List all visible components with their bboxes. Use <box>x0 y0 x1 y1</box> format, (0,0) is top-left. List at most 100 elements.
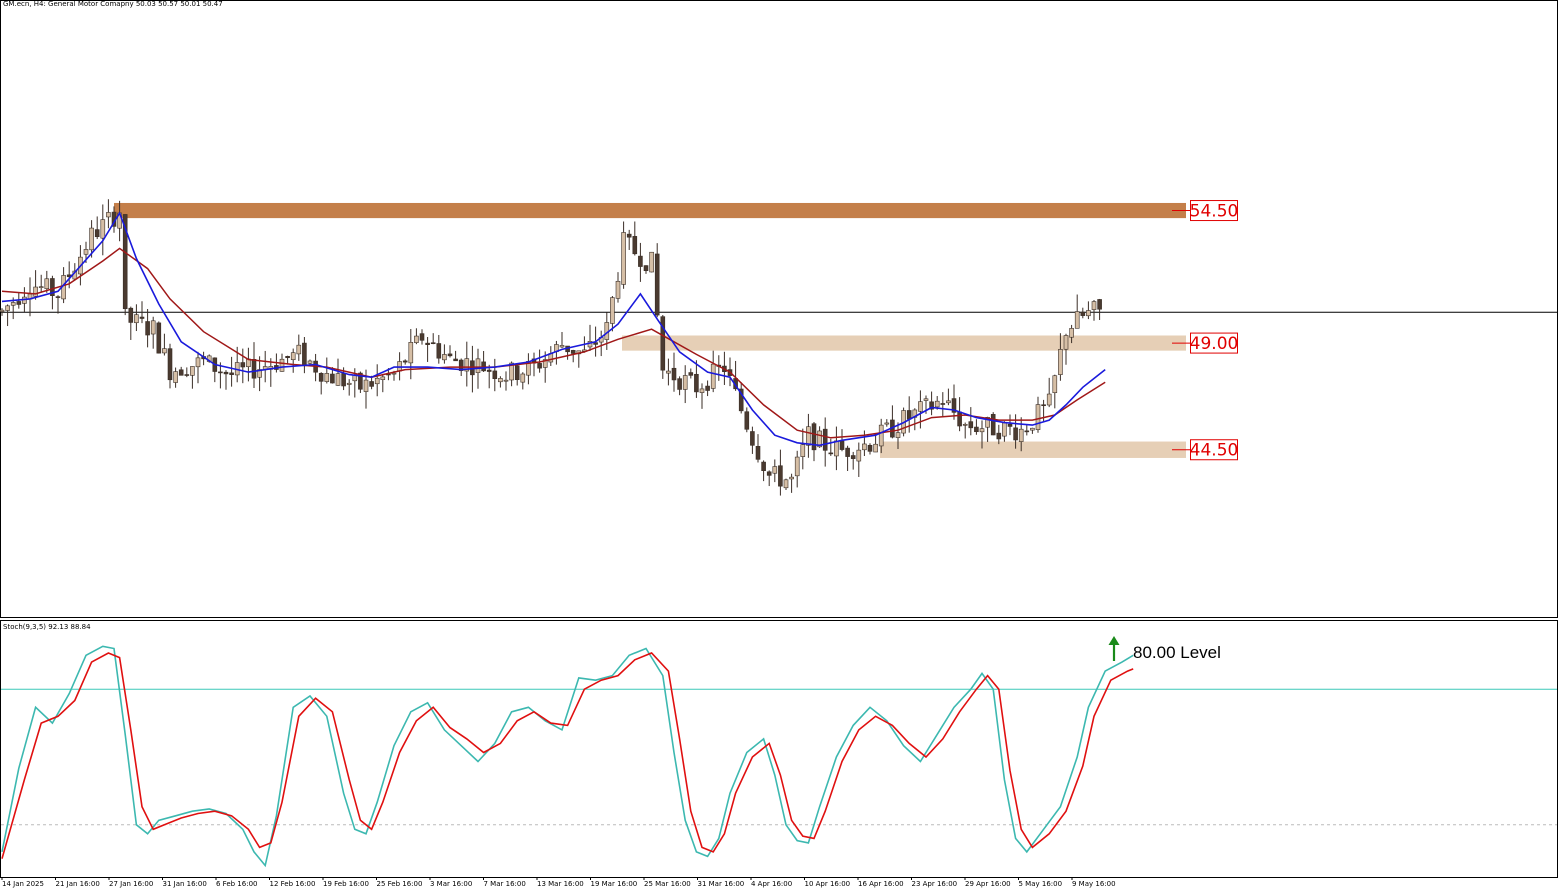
candle-body <box>1069 328 1074 338</box>
candle-body <box>839 440 845 450</box>
candle-body <box>755 446 761 460</box>
candle-body <box>341 373 346 387</box>
candle-body <box>957 411 962 427</box>
x-tick-label: 10 Apr 16:00 <box>805 880 851 888</box>
candle-body <box>285 356 290 359</box>
candle-body <box>688 372 694 376</box>
candle-body <box>884 422 890 425</box>
candle-body <box>968 421 974 429</box>
candle-body <box>134 314 139 324</box>
candle-body <box>1035 404 1041 430</box>
candle-body <box>621 232 626 285</box>
candle-body <box>1086 310 1091 317</box>
x-tick-label: 6 Feb 16:00 <box>216 880 257 888</box>
zone-labels: 54.50 49.00 44.50 <box>1172 200 1239 461</box>
candle-body <box>1002 422 1007 437</box>
candle-body <box>772 466 778 474</box>
candle-body <box>1024 430 1030 433</box>
candle-body <box>89 227 94 251</box>
candle-body <box>442 354 447 361</box>
candle-body <box>638 255 643 267</box>
candle-body <box>1097 299 1102 310</box>
candle-body <box>514 365 520 381</box>
candle-body <box>156 322 162 354</box>
candle-body <box>778 465 783 487</box>
x-tick-label: 31 Mar 16:00 <box>698 880 745 888</box>
candle-body <box>1063 335 1069 350</box>
candle-body <box>492 370 498 380</box>
stoch-header-title: Stoch(9,3,5) 92.13 88.84 <box>3 623 91 631</box>
up-arrow-icon <box>1108 636 1120 661</box>
chart-header-title: GM.ecn, H4: General Motor Comapny 50.03 … <box>3 0 223 8</box>
candle-body <box>537 363 542 369</box>
candle-body <box>430 342 436 344</box>
candle-body <box>643 265 649 272</box>
candle-body <box>862 443 867 451</box>
candle-body <box>895 432 901 438</box>
candle-body <box>811 423 817 451</box>
candle-body <box>649 251 654 273</box>
candle-body <box>436 343 442 359</box>
candle-body <box>671 367 677 381</box>
candle-body <box>559 345 565 348</box>
level-annotation: 80.00 Level <box>1133 643 1221 662</box>
candle-body <box>391 372 397 375</box>
candle-body <box>1074 311 1080 329</box>
candle-body <box>677 378 682 390</box>
candle-body <box>906 410 912 420</box>
ma-fast-line <box>1 211 1106 447</box>
candle-body <box>290 352 296 361</box>
candle-body <box>498 378 503 383</box>
candle-body <box>1046 393 1052 406</box>
x-tick-label: 5 May 16:00 <box>1019 880 1063 888</box>
candle-body <box>162 348 167 354</box>
candle-body <box>139 316 145 319</box>
x-axis-ticks: 14 Jan 2025 21 Jan 16:00 27 Jan 16:00 31 Ja… <box>1 877 1116 888</box>
candle-body <box>666 370 671 374</box>
candle-body <box>845 447 850 457</box>
candle-body <box>335 373 341 386</box>
candle-body <box>828 452 834 455</box>
candle-body <box>503 379 509 382</box>
candle-body <box>1041 404 1046 407</box>
candle-body <box>402 360 408 363</box>
candle-body <box>425 342 430 345</box>
candle-body <box>789 476 794 480</box>
candle-body <box>55 296 61 298</box>
candle-body <box>16 301 22 305</box>
candle-body <box>318 372 324 382</box>
candle-body <box>654 253 660 316</box>
candle-body <box>873 443 878 453</box>
candle-body <box>962 424 968 426</box>
x-tick-label: 3 Mar 16:00 <box>430 880 472 888</box>
candle-body <box>94 229 100 238</box>
zone-band-49.00 <box>622 335 1186 351</box>
candle-body <box>173 371 178 383</box>
x-tick-label: 19 Mar 16:00 <box>591 880 638 888</box>
stoch-panel-frame <box>0 620 1558 878</box>
candle-body <box>1058 349 1063 375</box>
candle-body <box>44 278 50 290</box>
candle-body <box>923 398 929 401</box>
candle-body <box>878 424 884 447</box>
candle-body <box>475 358 481 373</box>
zone-label-44.50: 44.50 <box>1190 441 1239 461</box>
candle-body <box>346 382 352 385</box>
candle-body <box>145 321 150 336</box>
candle-body <box>990 414 996 436</box>
candle-body <box>128 307 134 323</box>
candle-body <box>1052 375 1058 394</box>
candle-body <box>380 376 386 380</box>
candle-body <box>33 286 38 297</box>
candle-body <box>626 233 632 238</box>
candle-body <box>761 461 766 471</box>
x-tick-label: 25 Mar 16:00 <box>644 880 691 888</box>
candle-body <box>850 455 856 459</box>
x-tick-label: 23 Apr 16:00 <box>912 880 958 888</box>
x-tick-label: 12 Feb 16:00 <box>270 880 316 888</box>
candle-body <box>946 400 951 404</box>
candle-body <box>940 403 946 405</box>
candle-body <box>974 426 979 433</box>
zone-band-54.50 <box>114 202 1186 219</box>
candle-body <box>100 219 106 239</box>
